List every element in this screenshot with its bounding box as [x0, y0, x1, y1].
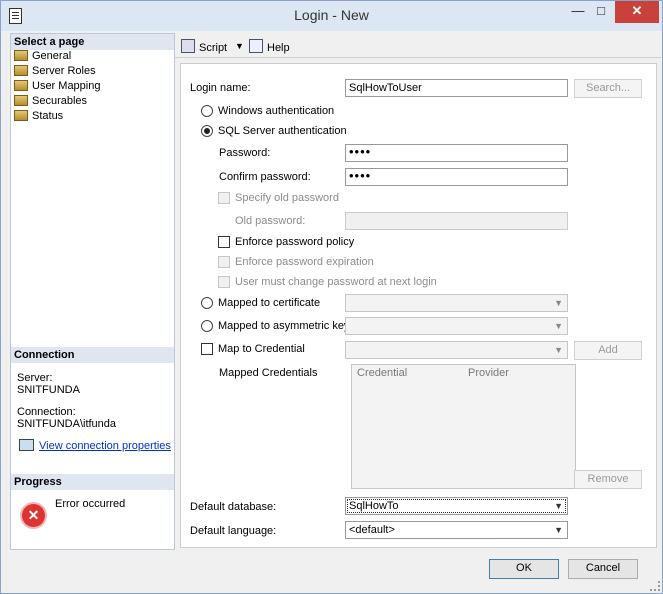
chevron-down-icon: ▼ [554, 298, 563, 308]
page-item-user-mapping[interactable]: User Mapping [14, 79, 100, 94]
chevron-down-icon: ▼ [554, 345, 563, 355]
specify-old-password-label: Specify old password [235, 192, 339, 204]
window-title: Login - New [294, 7, 369, 23]
connection-value: SNITFUNDA\itfunda [17, 418, 117, 430]
enforce-policy-checkbox[interactable] [218, 236, 230, 248]
login-name-label: Login name: [190, 82, 251, 94]
page-icon [14, 65, 28, 76]
windows-auth-label[interactable]: Windows authentication [218, 105, 334, 117]
close-button[interactable]: ✕ [615, 1, 659, 23]
add-button[interactable]: Add [574, 341, 642, 360]
login-window: Login - New — □ ✕ Select a page General … [0, 0, 663, 594]
mapped-certificate-radio[interactable] [201, 297, 213, 309]
server-value: SNITFUNDA [17, 384, 80, 396]
default-database-label: Default database: [190, 501, 277, 513]
confirm-password-label: Confirm password: [219, 171, 311, 183]
remove-button[interactable]: Remove [574, 470, 642, 489]
page-item-status[interactable]: Status [14, 109, 63, 124]
right-pane: Script ▼ Help Login name: SqlHowToUser S… [174, 33, 661, 548]
enforce-expiration-checkbox[interactable] [218, 256, 230, 268]
password-label: Password: [219, 147, 271, 159]
left-pane: Select a page General Server Roles User … [10, 33, 175, 550]
default-language-label: Default language: [190, 525, 277, 537]
error-icon: ✕ [22, 504, 45, 527]
credential-combo[interactable]: ▼ [345, 341, 568, 359]
asym-key-combo[interactable]: ▼ [345, 317, 568, 335]
page-item-securables[interactable]: Securables [14, 94, 87, 109]
page-item-general[interactable]: General [14, 49, 71, 64]
maximize-button[interactable]: □ [592, 1, 610, 23]
script-dropdown-icon[interactable]: ▼ [235, 41, 244, 51]
connection-label: Connection: [17, 406, 76, 418]
chevron-down-icon: ▼ [554, 501, 563, 511]
connection-properties-icon [19, 439, 34, 451]
map-credential-checkbox[interactable] [201, 343, 213, 355]
progress-header: Progress [11, 474, 174, 490]
minimize-button[interactable]: — [569, 1, 587, 23]
mapped-credentials-grid[interactable]: Credential Provider [351, 364, 576, 489]
column-header-credential[interactable]: Credential [357, 367, 407, 379]
login-name-input[interactable]: SqlHowToUser [345, 79, 568, 97]
mapped-credentials-label: Mapped Credentials [219, 367, 318, 379]
enforce-expiration-label: Enforce password expiration [235, 256, 374, 268]
sql-auth-label[interactable]: SQL Server authentication [218, 125, 347, 137]
page-icon [14, 80, 28, 91]
search-button[interactable]: Search... [574, 79, 642, 98]
help-button[interactable]: Help [249, 39, 290, 54]
old-password-label: Old password: [235, 215, 306, 227]
page-icon [14, 95, 28, 106]
column-header-provider[interactable]: Provider [468, 367, 509, 379]
windows-auth-radio[interactable] [201, 105, 213, 117]
help-icon [249, 39, 263, 53]
select-page-header: Select a page [11, 34, 174, 50]
default-database-combo[interactable]: SqlHowTo ▼ [345, 497, 568, 515]
specify-old-password-checkbox[interactable] [218, 192, 230, 204]
must-change-label: User must change password at next login [235, 276, 437, 288]
mapped-asym-key-label[interactable]: Mapped to asymmetric key [218, 320, 349, 332]
server-label: Server: [17, 372, 53, 384]
mapped-certificate-label[interactable]: Mapped to certificate [218, 297, 320, 309]
mapped-asym-key-radio[interactable] [201, 320, 213, 332]
script-button[interactable]: Script [181, 39, 227, 54]
default-language-combo[interactable]: <default> ▼ [345, 521, 568, 539]
progress-status: Error occurred [55, 498, 126, 510]
enforce-policy-label[interactable]: Enforce password policy [235, 236, 354, 248]
title-bar[interactable]: Login - New — □ ✕ [1, 1, 662, 31]
confirm-password-input[interactable]: •••• [345, 168, 568, 186]
cancel-button[interactable]: Cancel [568, 559, 638, 579]
must-change-checkbox[interactable] [218, 276, 230, 288]
page-icon [14, 110, 28, 121]
password-input[interactable]: •••• [345, 144, 568, 162]
sql-auth-radio[interactable] [201, 125, 213, 137]
dialog-footer: OK Cancel [1, 550, 662, 593]
old-password-input[interactable] [345, 212, 568, 230]
page-item-server-roles[interactable]: Server Roles [14, 64, 96, 79]
view-connection-properties-link[interactable]: View connection properties [39, 440, 171, 452]
certificate-combo[interactable]: ▼ [345, 294, 568, 312]
ok-button[interactable]: OK [489, 559, 559, 579]
connection-header: Connection [11, 347, 174, 363]
script-icon [181, 39, 195, 53]
chevron-down-icon: ▼ [554, 525, 563, 535]
toolbar: Script ▼ Help [175, 33, 661, 58]
map-credential-label[interactable]: Map to Credential [218, 343, 305, 355]
general-page: Login name: SqlHowToUser Search... Windo… [180, 63, 657, 548]
resize-grip-icon[interactable] [650, 581, 660, 591]
chevron-down-icon: ▼ [554, 321, 563, 331]
page-icon [14, 50, 28, 61]
